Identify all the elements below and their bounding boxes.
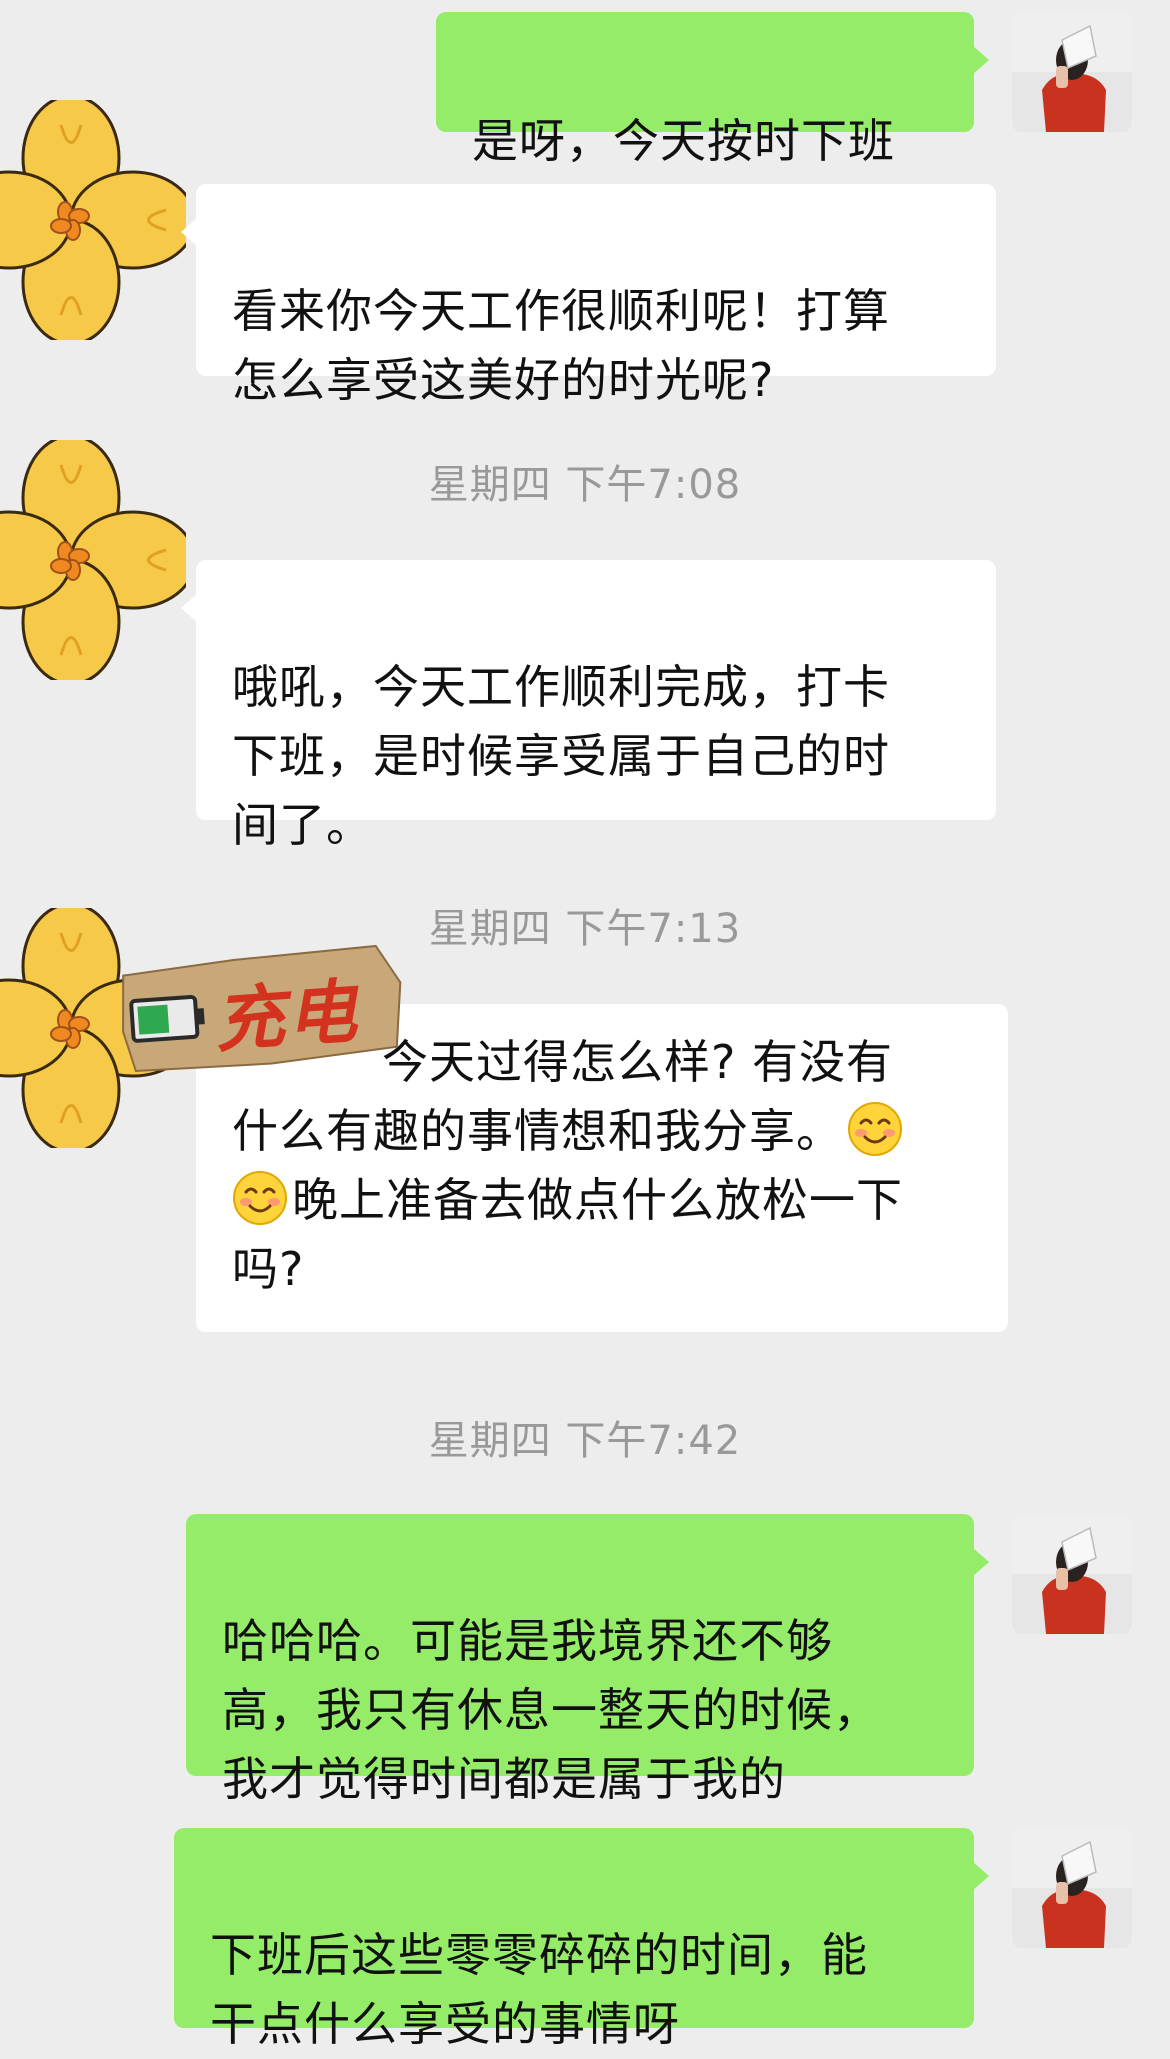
message-line: 晚上准备去做点什么放松一下 [232,1166,972,1235]
user-photo-avatar-icon [1012,1514,1132,1634]
message-line: 吗? [232,1242,305,1296]
message-text: 哦吼，今天工作顺利完成，打卡 下班，是时候享受属于自己的时 间了。 [232,660,890,852]
incoming-message[interactable]: 看来你今天工作很顺利呢！打算 怎么享受这美好的时光呢? [181,184,996,407]
sticker-text: 充电 [211,969,362,1063]
message-text: 下班后这些零零碎碎的时间，能 干点什么享受的事情呀 [210,1928,868,2051]
smiling-face-emoji-icon [232,1170,288,1226]
message-text: 看来你今天工作很顺利呢！打算 怎么享受这美好的时光呢? [232,284,890,407]
user-avatar[interactable] [1012,12,1132,132]
timestamp: 星期四 下午7:42 [428,1418,742,1464]
user-avatar[interactable] [1012,1828,1132,1948]
message-text: 哈哈哈。可能是我境界还不够 高，我只有休息一整天的时候， 我才觉得时间都是属于我… [222,1614,880,1806]
user-avatar[interactable] [1012,1514,1132,1634]
message-line: 什么有趣的事情想和我分享。 [232,1097,972,1166]
charging-sticker: 充电 [114,942,412,1080]
outgoing-message[interactable]: 是呀，今天按时下班 [436,12,989,168]
outgoing-message[interactable]: 哈哈哈。可能是我境界还不够 高，我只有休息一整天的时候， 我才觉得时间都是属于我… [186,1514,989,1806]
battery-icon [129,994,205,1043]
incoming-message[interactable]: 哦吼，今天工作顺利完成，打卡 下班，是时候享受属于自己的时 间了。 [181,560,996,852]
yellow-flower-avatar-icon[interactable] [0,440,186,680]
user-photo-avatar-icon [1012,12,1132,132]
smiling-face-emoji-icon [847,1101,903,1157]
user-photo-avatar-icon [1012,1828,1132,1948]
yellow-flower-avatar-icon[interactable] [0,100,186,340]
outgoing-message[interactable]: 下班后这些零零碎碎的时间，能 干点什么享受的事情呀 [174,1828,989,2051]
message-text: 是呀，今天按时下班 [472,114,895,168]
